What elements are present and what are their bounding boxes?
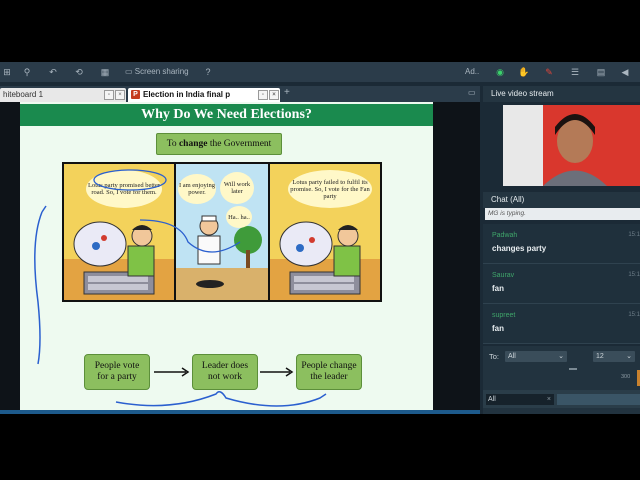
restore-icon[interactable]: ▫	[258, 90, 268, 100]
resize-handle[interactable]	[569, 368, 577, 370]
chat-header: Chat (All)	[483, 192, 640, 208]
screen-sharing-label: Screen sharing	[134, 67, 189, 76]
purpose-box: To change the Government	[156, 133, 282, 155]
zoom-icon[interactable]: ⚲	[20, 65, 34, 79]
purpose-bold: change	[178, 139, 208, 149]
speaker-icon[interactable]: ◀	[618, 65, 632, 79]
layout-icon[interactable]: ☰	[568, 65, 582, 79]
chevron-down-icon: ⌄	[626, 353, 632, 360]
remove-icon[interactable]: ×	[547, 394, 551, 405]
recipient-value: All	[508, 353, 516, 360]
hand-raise-icon[interactable]: ✋	[517, 65, 531, 79]
flow-step-leader: Leader does not work	[192, 354, 258, 390]
tab-label: hiteboard 1	[3, 90, 44, 99]
pen-annotation	[41, 205, 47, 213]
add-tab-icon[interactable]: +	[284, 86, 290, 100]
recipient-tag[interactable]: All ×	[486, 394, 554, 405]
flow-step-change: People change the leader	[296, 354, 362, 390]
chevron-down-icon: ⌄	[558, 353, 564, 360]
flow-arrow-head	[285, 367, 294, 377]
chat-message: Padwah changes party 15:1	[483, 224, 640, 264]
laugh-bubble: Ha.. ha..	[226, 206, 252, 228]
main-toolbar: ⊞ ⚲ ↶ ⟲ ▦ ▭ Screen sharing ? Ad.. ◉ ✋ ✎ …	[0, 62, 640, 82]
speech-bubble: Lotus party promised better road. So, I …	[86, 170, 162, 208]
flow-step-vote: People vote for a party	[84, 354, 150, 390]
grid-view-icon[interactable]: ▤	[594, 65, 608, 79]
whiteboard-area[interactable]: Why Do We Need Elections? To change the …	[0, 102, 480, 414]
powerpoint-icon: P	[131, 90, 140, 100]
message-input-area[interactable]: All ×	[483, 390, 640, 408]
pen-annotation	[115, 391, 327, 407]
wifi-icon: ◉	[496, 67, 504, 77]
recipient-tag-label: All	[488, 396, 496, 403]
comic-panel-voting: Lotus party promised better road. So, I …	[62, 162, 176, 302]
speech-bubble: I am enjoying power.	[178, 174, 216, 204]
flow-arrow-head	[181, 367, 190, 377]
monitor-icon: ▭	[125, 67, 133, 76]
presenter-video	[503, 105, 640, 186]
slide-title: Why Do We Need Elections?	[20, 104, 433, 126]
board-scrollbar[interactable]	[0, 410, 480, 414]
restore-icon[interactable]: ▫	[104, 90, 114, 100]
presentation-slide: Why Do We Need Elections? To change the …	[20, 102, 433, 412]
chat-controls: To: All ⌄ 12 ⌄ 300 All ×	[483, 346, 640, 414]
char-count: 300	[621, 374, 631, 380]
thought-bubble: Will work later	[220, 172, 254, 204]
maximize-icon[interactable]: ▭	[468, 86, 476, 100]
typing-indicator: MG is typing.	[485, 208, 640, 220]
comic-panel-leader: I am enjoying power. Will work later Ha.…	[174, 162, 270, 302]
video-header: Live video stream	[483, 86, 640, 102]
sender-name: Saurav	[492, 272, 515, 279]
message-time: 15:1	[628, 272, 640, 278]
document-tabs: hiteboard 1 ▫ × P Election in India final…	[0, 86, 480, 102]
tab-whiteboard[interactable]: hiteboard 1 ▫ ×	[0, 88, 126, 102]
message-input[interactable]	[557, 394, 640, 405]
font-size-select[interactable]: 12 ⌄	[593, 351, 635, 362]
user-initials[interactable]: Ad..	[465, 65, 479, 79]
undo-icon[interactable]: ↶	[46, 65, 60, 79]
message-time: 15:1	[628, 232, 640, 238]
font-size-value: 12	[596, 353, 604, 360]
message-text: fan	[492, 284, 504, 293]
to-label: To:	[489, 352, 500, 361]
message-time: 15:1	[628, 312, 640, 318]
tab-election-presentation[interactable]: P Election in India final p ▫ ×	[128, 88, 280, 102]
purpose-prefix: To	[166, 139, 177, 149]
message-text: changes party	[492, 244, 547, 253]
select-tool-icon[interactable]: ⊞	[0, 65, 14, 79]
close-icon[interactable]: ×	[269, 90, 279, 100]
message-text: fan	[492, 324, 504, 333]
tab-label: Election in India final p	[143, 90, 231, 99]
classroom-app: ⊞ ⚲ ↶ ⟲ ▦ ▭ Screen sharing ? Ad.. ◉ ✋ ✎ …	[0, 62, 640, 414]
recipient-select[interactable]: All ⌄	[505, 351, 567, 362]
screen-sharing-button[interactable]: ▭ Screen sharing	[125, 65, 189, 79]
speech-bubble: Lotus party failed to fulfil its promise…	[288, 170, 372, 208]
purpose-suffix: the Government	[209, 139, 272, 149]
redo-icon[interactable]: ⟲	[72, 65, 86, 79]
sender-name: Padwah	[492, 232, 518, 239]
chat-message: supreet fan 15:1	[483, 304, 640, 344]
close-icon[interactable]: ×	[115, 90, 125, 100]
live-video-stream[interactable]	[503, 105, 640, 186]
grid-icon[interactable]: ▦	[98, 65, 112, 79]
mic-muted-icon[interactable]: ✎	[542, 65, 556, 79]
comic-panel-change: Lotus party failed to fulfil its promise…	[268, 162, 382, 302]
chat-message: Saurav fan 15:1	[483, 264, 640, 304]
sender-name: supreet	[492, 312, 516, 319]
help-icon[interactable]: ?	[201, 65, 215, 79]
pen-annotation	[34, 211, 43, 365]
